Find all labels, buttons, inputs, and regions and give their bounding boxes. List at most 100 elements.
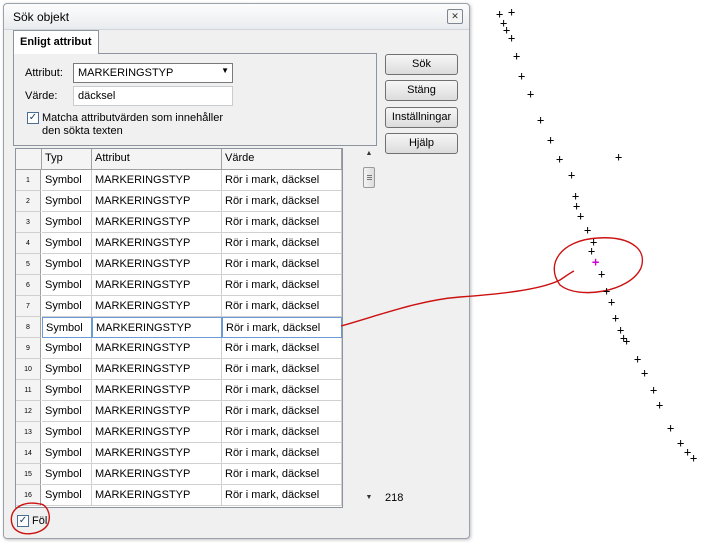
- table-row[interactable]: 5 Symbol MARKERINGSTYP Rör i mark, däcksel: [16, 254, 342, 275]
- cell-type[interactable]: Symbol: [42, 170, 92, 191]
- cell-type[interactable]: Symbol: [42, 212, 92, 233]
- cell-attribute[interactable]: MARKERINGSTYP: [92, 191, 222, 212]
- map-point-marker[interactable]: +: [508, 6, 515, 18]
- cell-value[interactable]: Rör i mark, däcksel: [222, 464, 342, 485]
- cell-type[interactable]: Symbol: [42, 422, 92, 443]
- cell-attribute[interactable]: MARKERINGSTYP: [92, 380, 222, 401]
- cell-type[interactable]: Symbol: [42, 464, 92, 485]
- map-point-marker[interactable]: +: [508, 32, 515, 44]
- cell-type[interactable]: Symbol: [42, 317, 92, 338]
- table-row[interactable]: 4 Symbol MARKERINGSTYP Rör i mark, däcksel: [16, 233, 342, 254]
- map-point-marker[interactable]: +: [556, 153, 563, 165]
- table-row[interactable]: 9 Symbol MARKERINGSTYP Rör i mark, däcksel: [16, 338, 342, 359]
- cell-attribute[interactable]: MARKERINGSTYP: [92, 338, 222, 359]
- cell-value[interactable]: Rör i mark, däcksel: [222, 485, 342, 506]
- table-row[interactable]: 14 Symbol MARKERINGSTYP Rör i mark, däcksel: [16, 443, 342, 464]
- map-point-marker[interactable]: +: [623, 335, 630, 347]
- match-substring-checkbox[interactable]: ✓: [27, 112, 39, 124]
- cell-attribute[interactable]: MARKERINGSTYP: [92, 254, 222, 275]
- map-point-marker[interactable]: +: [608, 296, 615, 308]
- cell-type[interactable]: Symbol: [42, 380, 92, 401]
- table-row[interactable]: 3 Symbol MARKERINGSTYP Rör i mark, däcksel: [16, 212, 342, 233]
- table-row[interactable]: 7 Symbol MARKERINGSTYP Rör i mark, däcksel: [16, 296, 342, 317]
- cell-type[interactable]: Symbol: [42, 233, 92, 254]
- cell-value[interactable]: Rör i mark, däcksel: [222, 170, 342, 191]
- cell-attribute[interactable]: MARKERINGSTYP: [92, 275, 222, 296]
- table-row[interactable]: 13 Symbol MARKERINGSTYP Rör i mark, däcksel: [16, 422, 342, 443]
- table-scrollbar[interactable]: ▲ ▼: [362, 150, 376, 506]
- table-row[interactable]: 15 Symbol MARKERINGSTYP Rör i mark, däcksel: [16, 464, 342, 485]
- map-point-marker[interactable]: +: [547, 134, 554, 146]
- scroll-down-icon[interactable]: ▼: [362, 494, 376, 506]
- cell-type[interactable]: Symbol: [42, 254, 92, 275]
- cell-value[interactable]: Rör i mark, däcksel: [222, 443, 342, 464]
- cell-type[interactable]: Symbol: [42, 296, 92, 317]
- table-row[interactable]: 2 Symbol MARKERINGSTYP Rör i mark, däcksel: [16, 191, 342, 212]
- close-button[interactable]: Stäng: [385, 80, 458, 101]
- cell-value[interactable]: Rör i mark, däcksel: [222, 233, 342, 254]
- map-point-marker[interactable]: +: [513, 50, 520, 62]
- cell-type[interactable]: Symbol: [42, 338, 92, 359]
- cell-attribute[interactable]: MARKERINGSTYP: [92, 317, 222, 338]
- map-point-marker[interactable]: +: [634, 353, 641, 365]
- column-header-value[interactable]: Värde: [222, 149, 342, 170]
- settings-button[interactable]: Inställningar: [385, 107, 458, 128]
- close-window-button[interactable]: ✕: [447, 9, 463, 24]
- cell-type[interactable]: Symbol: [42, 359, 92, 380]
- map-point-marker[interactable]: +: [615, 151, 622, 163]
- cell-value[interactable]: Rör i mark, däcksel: [222, 254, 342, 275]
- cell-attribute[interactable]: MARKERINGSTYP: [92, 464, 222, 485]
- map-point-marker[interactable]: +: [598, 268, 605, 280]
- cell-value[interactable]: Rör i mark, däcksel: [222, 422, 342, 443]
- cell-attribute[interactable]: MARKERINGSTYP: [92, 401, 222, 422]
- cell-type[interactable]: Symbol: [42, 443, 92, 464]
- cell-type[interactable]: Symbol: [42, 191, 92, 212]
- map-point-marker[interactable]: +: [690, 452, 697, 464]
- cell-value[interactable]: Rör i mark, däcksel: [222, 275, 342, 296]
- cell-value[interactable]: Rör i mark, däcksel: [222, 359, 342, 380]
- column-header-attribute[interactable]: Attribut: [92, 149, 222, 170]
- cell-attribute[interactable]: MARKERINGSTYP: [92, 170, 222, 191]
- map-point-marker[interactable]: +: [518, 70, 525, 82]
- scroll-up-icon[interactable]: ▲: [362, 150, 376, 162]
- cell-type[interactable]: Symbol: [42, 275, 92, 296]
- cell-value[interactable]: Rör i mark, däcksel: [222, 401, 342, 422]
- map-point-marker[interactable]: +: [527, 88, 534, 100]
- table-row[interactable]: 6 Symbol MARKERINGSTYP Rör i mark, däcksel: [16, 275, 342, 296]
- table-row[interactable]: 10 Symbol MARKERINGSTYP Rör i mark, däcksel: [16, 359, 342, 380]
- map-point-marker[interactable]: +: [650, 384, 657, 396]
- map-point-marker[interactable]: +: [667, 422, 674, 434]
- map-point-marker-highlighted[interactable]: +: [592, 256, 599, 268]
- tab-attribute-search[interactable]: Enligt attribut: [13, 30, 99, 54]
- cell-attribute[interactable]: MARKERINGSTYP: [92, 296, 222, 317]
- cell-value[interactable]: Rör i mark, däcksel: [222, 380, 342, 401]
- cell-value[interactable]: Rör i mark, däcksel: [222, 317, 342, 338]
- attribute-select[interactable]: MARKERINGSTYP ▼: [73, 63, 233, 83]
- value-input[interactable]: däcksel: [73, 86, 233, 106]
- map-point-marker[interactable]: +: [568, 169, 575, 181]
- scroll-thumb[interactable]: [363, 167, 375, 188]
- search-button[interactable]: Sök: [385, 54, 458, 75]
- map-point-marker[interactable]: +: [577, 210, 584, 222]
- cell-type[interactable]: Symbol: [42, 401, 92, 422]
- cell-value[interactable]: Rör i mark, däcksel: [222, 338, 342, 359]
- cell-attribute[interactable]: MARKERINGSTYP: [92, 359, 222, 380]
- cell-attribute[interactable]: MARKERINGSTYP: [92, 212, 222, 233]
- cell-attribute[interactable]: MARKERINGSTYP: [92, 443, 222, 464]
- map-point-marker[interactable]: +: [641, 367, 648, 379]
- cell-attribute[interactable]: MARKERINGSTYP: [92, 422, 222, 443]
- table-row[interactable]: 11 Symbol MARKERINGSTYP Rör i mark, däcksel: [16, 380, 342, 401]
- cell-attribute[interactable]: MARKERINGSTYP: [92, 233, 222, 254]
- cell-value[interactable]: Rör i mark, däcksel: [222, 296, 342, 317]
- table-row-selected[interactable]: 8 Symbol MARKERINGSTYP Rör i mark, däcksel: [16, 317, 342, 338]
- map-point-marker[interactable]: +: [656, 399, 663, 411]
- map-point-marker[interactable]: +: [537, 114, 544, 126]
- results-table[interactable]: Typ Attribut Värde 1 Symbol MARKERINGSTYP R…: [15, 148, 343, 508]
- title-bar[interactable]: Sök objekt ✕: [4, 4, 469, 30]
- cell-value[interactable]: Rör i mark, däcksel: [222, 212, 342, 233]
- table-row[interactable]: 1 Symbol MARKERINGSTYP Rör i mark, däcksel: [16, 170, 342, 191]
- cell-attribute[interactable]: MARKERINGSTYP: [92, 485, 222, 506]
- column-header-type[interactable]: Typ: [42, 149, 92, 170]
- follow-checkbox[interactable]: ✓: [17, 515, 29, 527]
- table-row[interactable]: 16 Symbol MARKERINGSTYP Rör i mark, däcksel: [16, 485, 342, 506]
